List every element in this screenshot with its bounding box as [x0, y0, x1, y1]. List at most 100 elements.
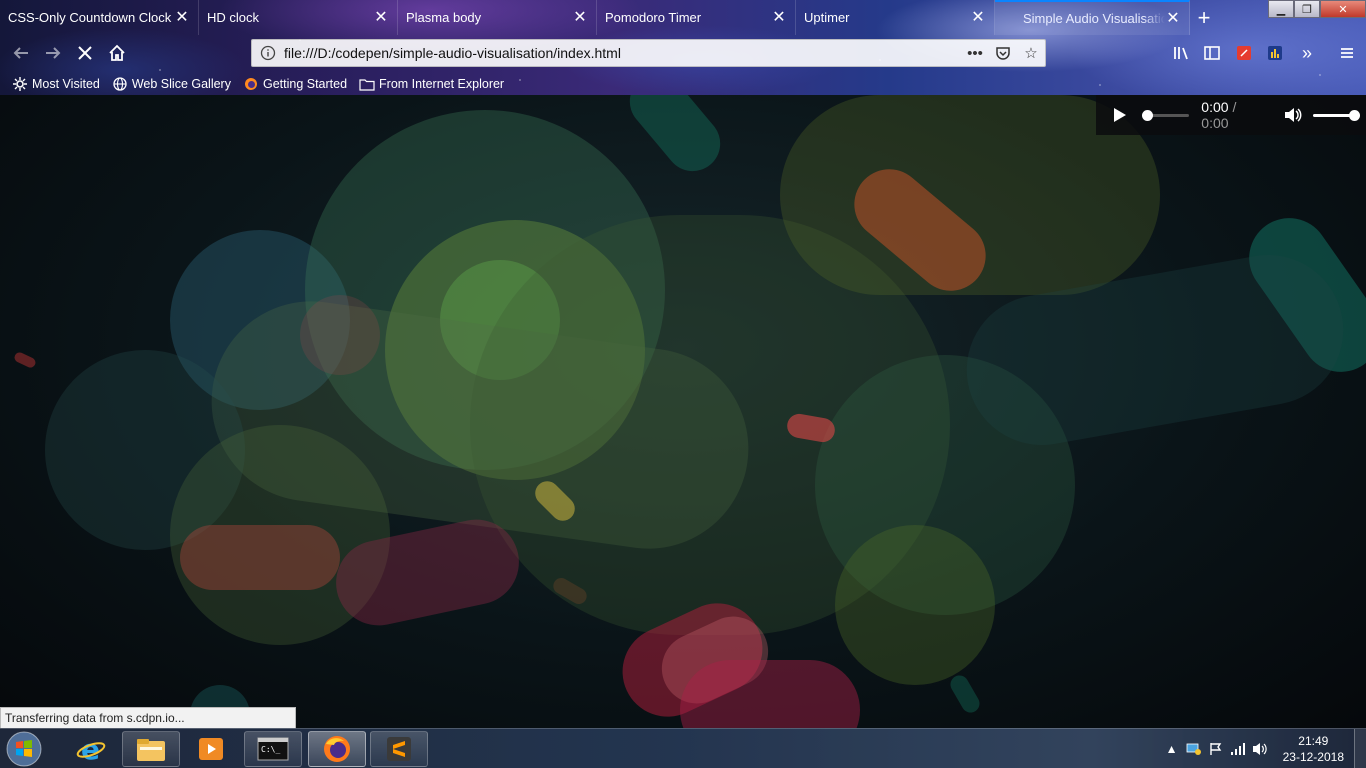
stop-button[interactable] — [72, 40, 98, 66]
file-explorer-icon — [137, 739, 165, 761]
duration: 0:00 — [1201, 115, 1229, 131]
visual-blob — [180, 525, 340, 590]
menu-icon[interactable] — [1334, 40, 1360, 66]
taskbar-ie[interactable]: e — [62, 731, 120, 767]
seek-knob[interactable] — [1141, 109, 1153, 121]
forward-button[interactable] — [40, 40, 66, 66]
close-icon[interactable]: ✕ — [373, 9, 389, 26]
tab-simple-audio-visualisation[interactable]: Simple Audio Visualisation ✕ — [995, 0, 1190, 35]
volume-speaker-icon[interactable] — [1249, 738, 1271, 760]
show-hidden-icons-chevron-icon[interactable]: ▲ — [1161, 738, 1183, 760]
play-button[interactable] — [1110, 105, 1130, 125]
system-clock[interactable]: 21:49 23-12-2018 — [1283, 733, 1344, 765]
action-center-flag-icon[interactable] — [1205, 738, 1227, 760]
sidebar-icon[interactable] — [1199, 40, 1225, 66]
minimize-button[interactable]: ▁ — [1268, 0, 1294, 18]
mute-button[interactable] — [1283, 105, 1303, 125]
forward-arrow-icon — [46, 47, 61, 59]
svg-text:e: e — [81, 734, 100, 764]
visual-blob — [12, 350, 38, 370]
current-time: 0:00 — [1201, 99, 1229, 115]
bookmark-label: Most Visited — [32, 77, 100, 91]
volume-slider[interactable] — [1312, 109, 1361, 121]
clock-date: 23-12-2018 — [1282, 750, 1344, 764]
tab-label: Simple Audio Visualisation — [1023, 11, 1165, 26]
svg-text:C:\_: C:\_ — [261, 745, 280, 754]
internet-explorer-icon: e — [76, 734, 106, 764]
media-player-icon — [199, 738, 223, 760]
close-icon[interactable]: ✕ — [970, 9, 986, 26]
system-tray: ▲ 21:49 23-12-2018 — [1161, 729, 1366, 768]
tab-uptimer[interactable]: Uptimer ✕ — [796, 0, 995, 35]
maximize-button[interactable]: ❐ — [1294, 0, 1320, 18]
back-button[interactable] — [8, 40, 34, 66]
close-icon[interactable]: ✕ — [1165, 10, 1181, 27]
new-tab-button[interactable]: + — [1190, 0, 1218, 35]
visualisation-canvas: 0:00 / 0:00 — [0, 95, 1366, 728]
firefox-icon — [324, 736, 350, 762]
start-button[interactable] — [4, 730, 44, 768]
tab-pomodoro-timer[interactable]: Pomodoro Timer ✕ — [597, 0, 796, 35]
taskbar-explorer[interactable] — [122, 731, 180, 767]
bookmark-getting-started[interactable]: Getting Started — [243, 76, 347, 92]
library-icon[interactable] — [1168, 40, 1194, 66]
command-prompt-icon: C:\_ — [257, 737, 289, 761]
show-desktop-button[interactable] — [1354, 729, 1366, 768]
home-button[interactable] — [104, 40, 130, 66]
bookmark-most-visited[interactable]: Most Visited — [12, 76, 100, 92]
close-window-button[interactable]: ✕ — [1320, 0, 1366, 18]
visual-blob — [835, 525, 995, 685]
seek-slider[interactable] — [1141, 109, 1190, 121]
extension-chart-icon[interactable] — [1262, 40, 1288, 66]
bookmark-web-slice-gallery[interactable]: Web Slice Gallery — [112, 76, 231, 92]
taskbar-firefox[interactable] — [308, 731, 366, 767]
back-arrow-icon — [13, 47, 28, 59]
play-icon — [1113, 108, 1126, 122]
bookmark-from-internet-explorer[interactable]: From Internet Explorer — [359, 76, 504, 92]
close-icon[interactable]: ✕ — [572, 9, 588, 26]
overflow-chevron-icon[interactable]: » — [1294, 40, 1320, 66]
nav-bar: file:///D:/codepen/simple-audio-visualis… — [0, 37, 1366, 69]
tab-plasma-body[interactable]: Plasma body ✕ — [398, 0, 597, 35]
speaker-icon — [1284, 108, 1302, 122]
tab-label: Plasma body — [406, 10, 482, 25]
taskbar-media-player[interactable] — [182, 731, 240, 767]
bookmark-star-icon[interactable]: ☆ — [1017, 44, 1045, 62]
window-controls: ▁ ❐ ✕ — [1268, 0, 1366, 18]
close-icon[interactable]: ✕ — [174, 9, 190, 26]
globe-icon — [112, 76, 128, 92]
tab-css-countdown-clock[interactable]: CSS-Only Countdown Clock ✕ — [0, 0, 199, 35]
stop-icon — [78, 46, 92, 60]
bookmark-label: From Internet Explorer — [379, 77, 505, 91]
tab-hd-clock[interactable]: HD clock ✕ — [199, 0, 398, 35]
extension-red-icon[interactable] — [1231, 40, 1257, 66]
taskbar-sublime[interactable] — [370, 731, 428, 767]
clock-time: 21:49 — [1298, 734, 1329, 748]
network-computer-icon[interactable] — [1183, 738, 1205, 760]
pocket-icon[interactable] — [989, 45, 1017, 61]
time-separator: / — [1232, 99, 1237, 115]
tab-label: Pomodoro Timer — [605, 10, 702, 25]
gear-icon — [12, 76, 28, 92]
time-display: 0:00 / 0:00 — [1201, 99, 1266, 131]
url-text: file:///D:/codepen/simple-audio-visualis… — [284, 45, 621, 61]
close-icon[interactable]: ✕ — [771, 9, 787, 26]
address-bar[interactable]: file:///D:/codepen/simple-audio-visualis… — [251, 39, 1046, 67]
visual-blob — [947, 672, 983, 716]
windows-logo-icon — [6, 731, 42, 767]
bookmark-label: Web Slice Gallery — [131, 77, 231, 91]
home-icon — [109, 44, 125, 61]
page-actions-icon[interactable]: ••• — [961, 45, 989, 62]
tab-label: Uptimer — [804, 10, 850, 25]
screen: CSS-Only Countdown Clock ✕ HD clock ✕ Pl… — [0, 0, 1366, 768]
info-icon[interactable] — [252, 45, 284, 61]
audio-player: 0:00 / 0:00 — [1096, 95, 1366, 135]
volume-knob[interactable] — [1349, 109, 1361, 121]
tab-label: CSS-Only Countdown Clock — [8, 10, 172, 25]
folder-icon — [359, 76, 375, 92]
signal-bars-icon[interactable] — [1227, 738, 1249, 760]
taskbar-cmd[interactable]: C:\_ — [244, 731, 302, 767]
firefox-icon — [243, 76, 259, 92]
tab-label: HD clock — [207, 10, 260, 25]
sublime-text-icon — [387, 737, 411, 761]
